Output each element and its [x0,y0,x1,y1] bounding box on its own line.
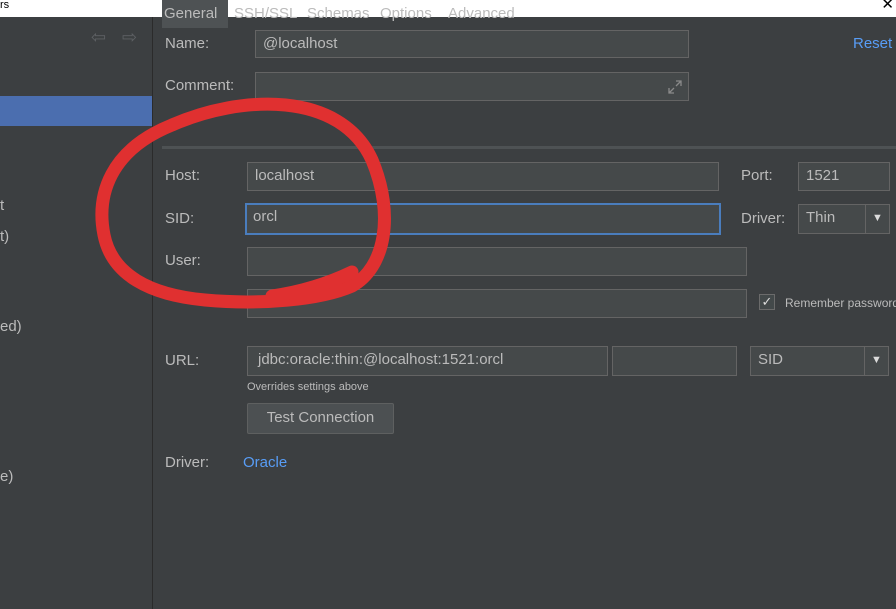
port-input[interactable]: 1521 [798,162,890,191]
driver-type-select[interactable]: Thin ▼ [798,204,890,234]
sidebar-item[interactable]: ed) [0,318,22,335]
sid-label: SID: [165,210,195,227]
comment-input[interactable] [255,72,689,101]
tab-schemas[interactable]: Schemas [305,0,375,28]
driver-link[interactable]: Oracle [243,454,287,471]
arrow-right-icon[interactable]: ⇨ [122,27,137,48]
name-label: Name: [165,35,210,52]
url-value: jdbc:oracle:thin:@localhost:1521:orcl [258,351,504,368]
remember-password-label: Remember password [785,296,896,310]
driver-label: Driver: [165,454,210,471]
test-connection-button[interactable]: Test Connection [247,403,394,434]
port-label: Port: [741,167,773,184]
sidebar-item[interactable]: t) [0,228,9,245]
url-type-select[interactable]: SID ▼ [750,346,889,376]
arrow-left-icon[interactable]: ⇦ [91,27,106,48]
host-input[interactable]: localhost [247,162,719,191]
checkmark-icon: ✓ [761,294,773,309]
expand-icon[interactable] [667,79,683,95]
tab-underline [162,146,896,149]
url-type-value: SID [758,351,784,368]
name-input[interactable]: @localhost [255,30,689,58]
user-input[interactable] [247,247,747,276]
password-input[interactable] [247,289,747,318]
close-icon[interactable]: ✕ [881,0,894,12]
chevron-down-icon[interactable]: ▼ [864,347,888,375]
window-title: rs [0,0,10,11]
user-label: User: [165,252,201,269]
sid-input[interactable]: orcl [245,203,721,235]
sidebar-selected-item[interactable] [0,96,152,126]
sidebar: ⇦ ⇨ t t) ed) e) [0,17,153,609]
sidebar-item[interactable]: e) [0,468,13,485]
driver-type-label: Driver: [741,210,786,227]
tab-general[interactable]: General [162,0,228,28]
remember-password-checkbox[interactable]: ✓ [759,294,775,310]
url-input[interactable]: jdbc:oracle:thin:@localhost:1521:orcl [247,346,608,376]
tab-ssh-ssl[interactable]: SSH/SSL [232,0,300,28]
host-label: Host: [165,167,201,184]
chevron-down-icon[interactable]: ▼ [865,205,889,233]
comment-label: Comment: [165,77,235,94]
tab-options[interactable]: Options [378,0,442,28]
reset-link[interactable]: Reset [853,35,892,52]
url-extra-input[interactable] [612,346,737,376]
overrides-note: Overrides settings above [247,381,369,393]
driver-type-value: Thin [806,209,836,226]
sidebar-item[interactable]: t [0,197,4,214]
tab-advanced[interactable]: Advanced [446,0,524,28]
url-label: URL: [165,352,200,369]
